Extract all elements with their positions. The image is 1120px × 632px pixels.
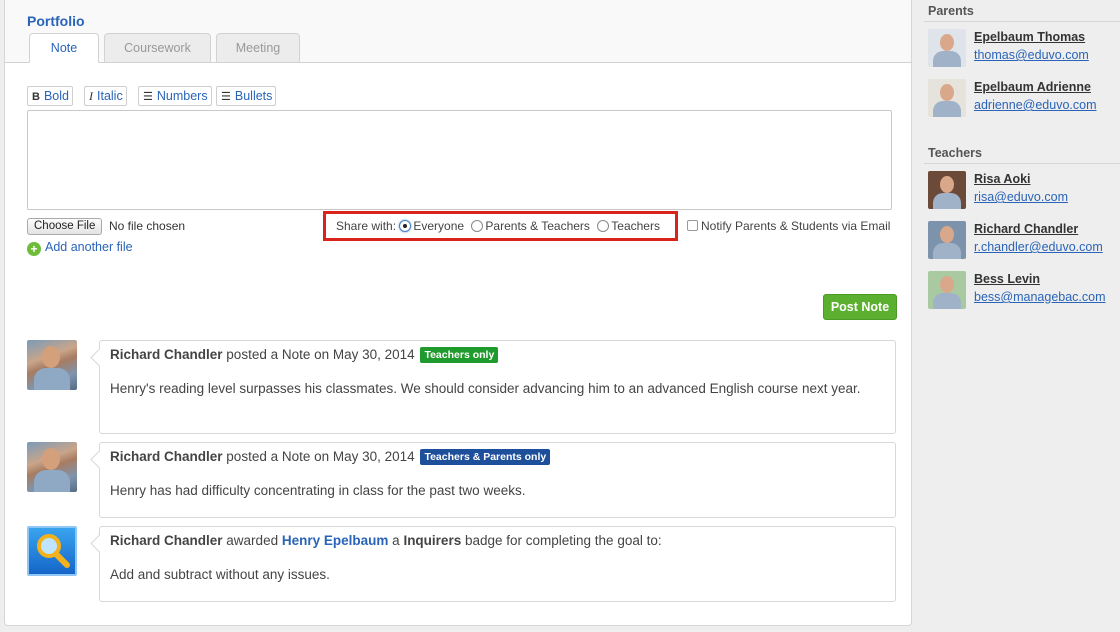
italic-icon: I [89,89,93,103]
feed-rest: badge for completing the goal to: [464,533,662,548]
parents-divider [924,21,1120,22]
teachers-divider [924,163,1120,164]
feed-item-header: Richard Chandler posted a Note on May 30… [110,347,499,363]
tab-note[interactable]: Note [29,33,99,63]
magnifying-glass-badge-icon[interactable] [27,526,77,576]
bold-label: Bold [43,89,69,103]
parent-name[interactable]: Epelbaum Thomas [974,30,1085,44]
student-link[interactable]: Henry Epelbaum [282,533,389,548]
parents-heading: Parents [928,4,974,18]
feed-item: Richard Chandler posted a Note on May 30… [99,340,896,434]
avatar[interactable] [27,340,77,390]
magnifying-glass-icon [37,534,70,568]
portfolio-title[interactable]: Portfolio [27,13,85,29]
add-another-file-link[interactable]: + Add another file [27,240,133,256]
parent-row: Epelbaum Adrienne adrienne@eduvo.com [928,79,1118,119]
parent-name[interactable]: Epelbaum Adrienne [974,80,1091,94]
parent-row: Epelbaum Thomas thomas@eduvo.com [928,29,1118,69]
teacher-email[interactable]: risa@eduvo.com [974,190,1068,204]
avatar[interactable] [928,171,966,209]
teacher-name[interactable]: Risa Aoki [974,172,1031,186]
bold-button[interactable]: B Bold [27,86,73,106]
author-name[interactable]: Richard Chandler [110,347,223,362]
bullets-label: Bullets [234,89,273,103]
share-option-everyone[interactable]: Everyone [399,219,464,233]
bold-icon: B [32,91,40,103]
parent-email[interactable]: adrienne@eduvo.com [974,98,1097,112]
post-note-button[interactable]: Post Note [823,294,897,320]
share-option-parents-teachers[interactable]: Parents & Teachers [471,219,590,233]
teacher-email[interactable]: r.chandler@eduvo.com [974,240,1103,254]
radio-parents-teachers[interactable] [471,220,484,232]
feed-item: Richard Chandler posted a Note on May 30… [99,442,896,518]
teacher-row: Risa Aoki risa@eduvo.com [928,171,1118,211]
teacher-row: Richard Chandler r.chandler@eduvo.com [928,221,1118,261]
feed-item-header: Richard Chandler awarded Henry Epelbaum … [110,533,662,548]
notify-option[interactable]: Notify Parents & Students via Email [687,219,890,233]
teacher-name[interactable]: Richard Chandler [974,222,1078,236]
feed-item-body: Henry has had difficulty concentrating i… [110,483,526,498]
feed-item-header: Richard Chandler posted a Note on May 30… [110,449,551,465]
teacher-name[interactable]: Bess Levin [974,272,1040,286]
feed-action: posted a Note on May 30, 2014 [226,347,415,362]
share-option-label: Parents & Teachers [485,219,590,233]
add-another-file-label: Add another file [45,240,133,254]
tab-meeting[interactable]: Meeting [216,33,300,63]
bullets-button[interactable]: ☰ Bullets [216,86,277,106]
feed-action: posted a Note on May 30, 2014 [226,449,415,464]
avatar[interactable] [928,271,966,309]
author-name[interactable]: Richard Chandler [110,533,223,548]
share-option-label: Teachers [611,219,660,233]
bulleted-list-icon: ☰ [221,91,231,103]
feed-item-body: Henry's reading level surpasses his clas… [110,381,861,396]
share-with-group: Share with: Everyone Parents & Teachers … [323,211,678,241]
badge-name: Inquirers [403,533,462,548]
note-textarea[interactable] [27,110,892,210]
feed-item: Richard Chandler awarded Henry Epelbaum … [99,526,896,602]
avatar[interactable] [928,221,966,259]
visibility-badge: Teachers only [420,347,499,363]
author-name[interactable]: Richard Chandler [110,449,223,464]
feed-item-body: Add and subtract without any issues. [110,567,330,582]
main-panel: Portfolio Note Coursework Meeting B Bold … [4,0,912,626]
tab-coursework[interactable]: Coursework [104,33,211,63]
share-option-teachers[interactable]: Teachers [597,219,660,233]
numbered-list-icon: ☰ [143,91,153,103]
choose-file-button[interactable]: Choose File [27,218,103,235]
parent-email[interactable]: thomas@eduvo.com [974,48,1089,62]
italic-label: Italic [97,89,123,103]
share-option-label: Everyone [413,219,465,233]
feed-verb: awarded [226,533,279,548]
teachers-heading: Teachers [928,146,982,160]
visibility-badge: Teachers & Parents only [420,449,551,465]
notify-checkbox[interactable] [687,220,698,231]
share-with-label: Share with: [336,219,397,233]
plus-icon: + [27,242,41,256]
feed-article: a [392,533,400,548]
note-composer: Portfolio Note Coursework Meeting B Bold … [5,0,911,285]
avatar[interactable] [27,442,77,492]
italic-button[interactable]: I Italic [84,86,127,106]
avatar[interactable] [928,29,966,67]
teacher-email[interactable]: bess@managebac.com [974,290,1106,304]
notify-label: Notify Parents & Students via Email [701,219,891,233]
radio-teachers[interactable] [597,220,610,232]
numbers-button[interactable]: ☰ Numbers [138,86,212,106]
numbers-label: Numbers [156,89,208,103]
file-status: No file chosen [109,219,186,233]
avatar[interactable] [928,79,966,117]
radio-everyone[interactable] [399,220,412,232]
teacher-row: Bess Levin bess@managebac.com [928,271,1118,311]
